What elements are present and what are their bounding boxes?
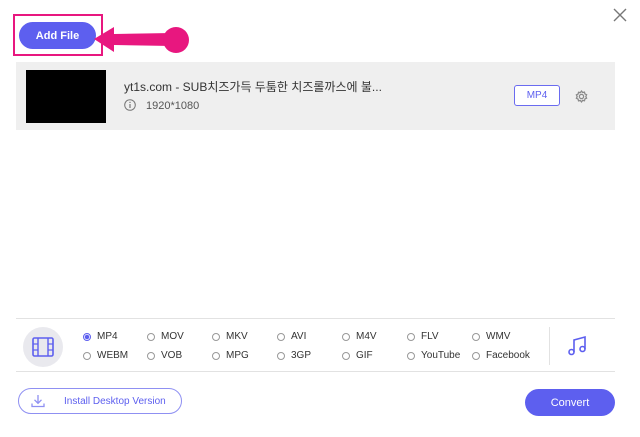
- format-option-flv[interactable]: FLV: [407, 331, 439, 342]
- download-icon: [31, 395, 45, 408]
- music-note-icon: [568, 335, 586, 356]
- format-divider: [549, 327, 550, 365]
- gear-icon[interactable]: [573, 88, 590, 105]
- radio-mpg[interactable]: [212, 351, 220, 360]
- radio-gif[interactable]: [342, 351, 350, 360]
- video-thumbnail: [26, 70, 106, 123]
- film-icon: [32, 337, 54, 357]
- radio-avi[interactable]: [277, 332, 285, 341]
- video-format-tab[interactable]: [23, 327, 63, 367]
- radio-flv[interactable]: [407, 332, 415, 341]
- radio-mov[interactable]: [147, 332, 155, 341]
- radio-facebook[interactable]: [472, 351, 480, 360]
- format-option-m4v[interactable]: M4V: [342, 331, 377, 342]
- format-option-mkv[interactable]: MKV: [212, 331, 248, 342]
- file-row: yt1s.com - SUB치즈가득 두툼한 치즈롤까스에 불... 1920*…: [16, 62, 615, 130]
- radio-vob[interactable]: [147, 351, 155, 360]
- pointer-arrow-icon: [94, 27, 189, 53]
- radio-m4v[interactable]: [342, 332, 350, 341]
- close-icon[interactable]: [611, 6, 629, 24]
- format-option-avi[interactable]: AVI: [277, 331, 306, 342]
- install-desktop-button[interactable]: Install Desktop Version: [18, 388, 182, 414]
- format-option-mp4[interactable]: MP4: [83, 331, 118, 342]
- add-file-button[interactable]: Add File: [19, 22, 96, 49]
- radio-mp4[interactable]: [83, 332, 91, 341]
- info-icon[interactable]: [124, 99, 136, 111]
- radio-3gp[interactable]: [277, 351, 285, 360]
- install-desktop-label: Install Desktop Version: [64, 396, 166, 407]
- audio-format-tab[interactable]: [562, 331, 592, 361]
- file-name: yt1s.com - SUB치즈가득 두툼한 치즈롤까스에 불...: [124, 80, 382, 94]
- radio-wmv[interactable]: [472, 332, 480, 341]
- format-option-3gp[interactable]: 3GP: [277, 350, 311, 361]
- format-option-gif[interactable]: GIF: [342, 350, 373, 361]
- convert-button[interactable]: Convert: [525, 389, 615, 416]
- format-option-youtube[interactable]: YouTube: [407, 350, 460, 361]
- output-format-button[interactable]: MP4: [514, 85, 560, 106]
- radio-youtube[interactable]: [407, 351, 415, 360]
- format-option-mov[interactable]: MOV: [147, 331, 184, 342]
- format-option-facebook[interactable]: Facebook: [472, 350, 530, 361]
- format-option-webm[interactable]: WEBM: [83, 350, 128, 361]
- file-resolution: 1920*1080: [146, 100, 200, 112]
- format-option-wmv[interactable]: WMV: [472, 331, 510, 342]
- format-option-mpg[interactable]: MPG: [212, 350, 249, 361]
- radio-mkv[interactable]: [212, 332, 220, 341]
- radio-webm[interactable]: [83, 351, 91, 360]
- format-option-vob[interactable]: VOB: [147, 350, 182, 361]
- format-panel: MP4 MOV MKV AVI M4V FLV WMV WEBM VOB MPG…: [16, 318, 615, 372]
